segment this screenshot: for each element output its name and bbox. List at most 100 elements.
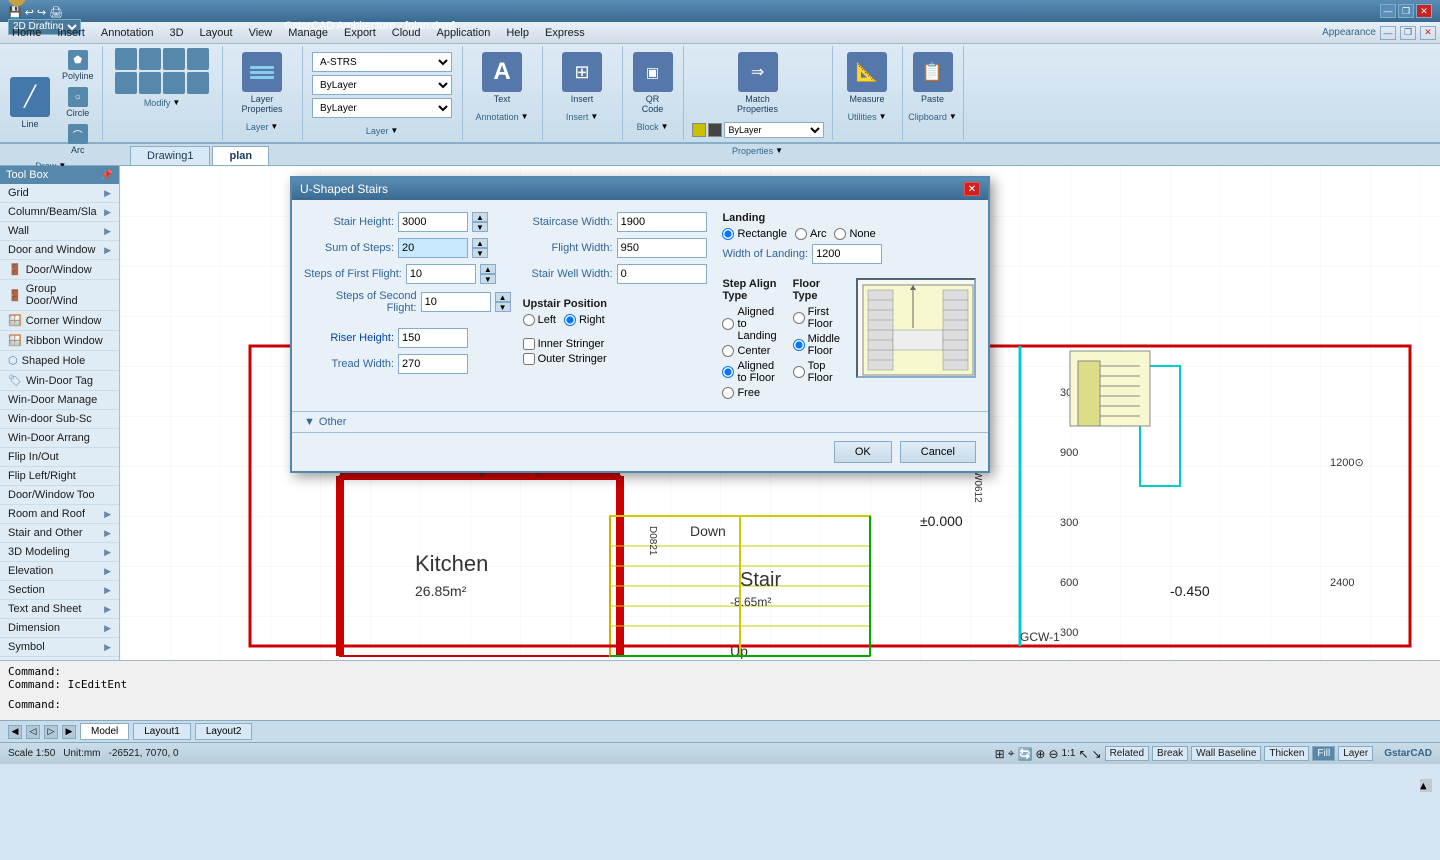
nav-icon-5[interactable]: ⊖	[1048, 747, 1058, 761]
toolbox-win-door-arrang[interactable]: Win-Door Arrang	[0, 429, 119, 448]
riser-height-input[interactable]	[398, 328, 468, 348]
toolbox-symbol[interactable]: Symbol ▶	[0, 638, 119, 657]
canvas-area[interactable]: Kitchen 26.85m² Stair -8.65m² Down Up ±0…	[120, 166, 1440, 660]
toolbox-win-door-tag[interactable]: 🏷 Win-Door Tag	[0, 371, 119, 391]
paste-button[interactable]: 📋 Paste	[907, 48, 959, 108]
circle-button[interactable]: ○ Circle	[58, 85, 98, 120]
toolbox-group-door[interactable]: 🚪 Group Door/Wind	[0, 280, 119, 311]
props-layer-select[interactable]: ByLayer	[724, 122, 824, 138]
toolbox-flip-inout[interactable]: Flip In/Out	[0, 448, 119, 467]
toolbox-column[interactable]: Column/Beam/Sla ▶	[0, 203, 119, 222]
landing-none-radio[interactable]	[834, 228, 846, 240]
landing-none-option[interactable]: None	[834, 228, 875, 240]
menu-cloud[interactable]: Cloud	[384, 25, 429, 41]
toolbox-corner-window[interactable]: 🪟 Corner Window	[0, 311, 119, 331]
first-floor-option[interactable]: First Floor	[793, 306, 840, 330]
tab-layout2[interactable]: Layout2	[195, 723, 253, 740]
layer-name-select[interactable]: A-STRS	[312, 52, 452, 72]
toolbox-shaped-hole[interactable]: ⬡ Shaped Hole	[0, 351, 119, 371]
thicken-button[interactable]: Thicken	[1264, 746, 1309, 761]
dialog-close-button[interactable]: ✕	[964, 182, 980, 196]
menu-help[interactable]: Help	[498, 25, 537, 41]
menu-view[interactable]: View	[241, 25, 281, 41]
ribbon-minimize-button[interactable]: —	[1380, 26, 1396, 40]
cmd-input[interactable]	[65, 695, 1432, 713]
outer-stringer-checkbox[interactable]	[523, 353, 535, 365]
scroll-next-button[interactable]: ▷	[44, 725, 58, 739]
break-button[interactable]: Break	[1152, 746, 1188, 761]
upstair-right-radio[interactable]	[564, 314, 576, 326]
toolbox-doorwindow[interactable]: 🚪 Door/Window	[0, 260, 119, 280]
clipboard-expand-icon[interactable]: ▼	[949, 112, 957, 121]
toolbox-elevation[interactable]: Elevation ▶	[0, 562, 119, 581]
top-floor-option[interactable]: Top Floor	[793, 360, 840, 384]
stair-height-input[interactable]	[398, 212, 468, 232]
menu-export[interactable]: Export	[336, 25, 384, 41]
nav-arrow-1[interactable]: ↖	[1078, 747, 1088, 761]
landing-rectangle-option[interactable]: Rectangle	[722, 228, 787, 240]
toolbox-wall[interactable]: Wall ▶	[0, 222, 119, 241]
scroll-right-button[interactable]: ▶	[62, 725, 76, 739]
layer-button[interactable]: Layer	[1338, 746, 1373, 761]
ribbon-close-button[interactable]: ✕	[1420, 26, 1436, 40]
top-floor-radio[interactable]	[793, 366, 805, 378]
text-button[interactable]: A Text	[476, 48, 528, 108]
toolbox-door-window-tool[interactable]: Door/Window Too	[0, 486, 119, 505]
scroll-prev-button[interactable]: ◁	[26, 725, 40, 739]
stair-height-down[interactable]: ▼	[472, 222, 488, 232]
steps-second-down[interactable]: ▼	[495, 302, 511, 312]
mirror-button[interactable]	[163, 48, 185, 70]
other-toggle-button[interactable]: ▼ Other	[304, 416, 976, 428]
modify-expand-icon[interactable]: ▼	[172, 98, 180, 107]
layer-linetype-select[interactable]: ByLayer	[312, 98, 452, 118]
flight-width-input[interactable]	[617, 238, 707, 258]
toolbox-pin-icon[interactable]: 📌	[101, 170, 113, 181]
toolbox-dimension[interactable]: Dimension ▶	[0, 619, 119, 638]
align-floor-option[interactable]: Aligned to Floor	[722, 360, 776, 384]
utilities-expand-icon[interactable]: ▼	[879, 112, 887, 121]
nav-icon-2[interactable]: ⌖	[1008, 746, 1015, 761]
fill-button[interactable]: Fill	[1312, 746, 1335, 761]
toolbox-room-roof[interactable]: Room and Roof ▶	[0, 505, 119, 524]
staircase-width-input[interactable]	[617, 212, 707, 232]
restore-button[interactable]: ❐	[1398, 4, 1414, 18]
ok-button[interactable]: OK	[834, 441, 892, 463]
scale-button[interactable]	[187, 72, 209, 94]
ribbon-restore-button[interactable]: ❐	[1400, 26, 1416, 40]
toolbox-flip-leftright[interactable]: Flip Left/Right	[0, 467, 119, 486]
nav-icon-4[interactable]: ⊕	[1035, 747, 1045, 761]
middle-floor-radio[interactable]	[793, 339, 805, 351]
close-button[interactable]: ✕	[1416, 4, 1432, 18]
insert-expand-icon[interactable]: ▼	[590, 112, 598, 121]
layer-properties-button[interactable]: LayerProperties	[236, 48, 289, 118]
copy-button[interactable]	[139, 48, 161, 70]
rotate-button[interactable]	[163, 72, 185, 94]
align-free-option[interactable]: Free	[722, 387, 776, 399]
menu-layout[interactable]: Layout	[192, 25, 241, 41]
cmd-scrollbar[interactable]: ▲	[1420, 779, 1432, 792]
menu-home[interactable]: Home	[4, 25, 49, 41]
tab-layout1[interactable]: Layout1	[133, 723, 191, 740]
sum-steps-down[interactable]: ▼	[472, 248, 488, 258]
toolbox-grid[interactable]: Grid ▶	[0, 184, 119, 203]
toolbox-text-sheet[interactable]: Text and Sheet ▶	[0, 600, 119, 619]
stairwell-width-input[interactable]	[617, 264, 707, 284]
menu-application[interactable]: Application	[429, 25, 499, 41]
minimize-button[interactable]: —	[1380, 4, 1396, 18]
match-properties-button[interactable]: ⇒ MatchProperties	[731, 48, 784, 118]
line-button[interactable]: ╱ Line	[4, 73, 56, 133]
toolbox-site-plan[interactable]: Site Plan Desig ▶	[0, 657, 119, 660]
arc-button[interactable]: ⌒ Arc	[58, 122, 98, 157]
steps-second-up[interactable]: ▲	[495, 292, 511, 302]
layer-color-select[interactable]: ByLayer	[312, 75, 452, 95]
scroll-left-button[interactable]: ◀	[8, 725, 22, 739]
layer-select-expand-icon[interactable]: ▼	[390, 126, 398, 135]
steps-first-up[interactable]: ▲	[480, 264, 496, 274]
qr-code-button[interactable]: ▣ QRCode	[627, 48, 679, 118]
first-floor-radio[interactable]	[793, 312, 805, 324]
align-free-radio[interactable]	[722, 387, 734, 399]
tab-plan[interactable]: plan	[212, 146, 269, 165]
nav-icon-3[interactable]: 🔄	[1017, 747, 1032, 761]
menu-manage[interactable]: Manage	[280, 25, 336, 41]
tab-model[interactable]: Model	[80, 723, 129, 740]
